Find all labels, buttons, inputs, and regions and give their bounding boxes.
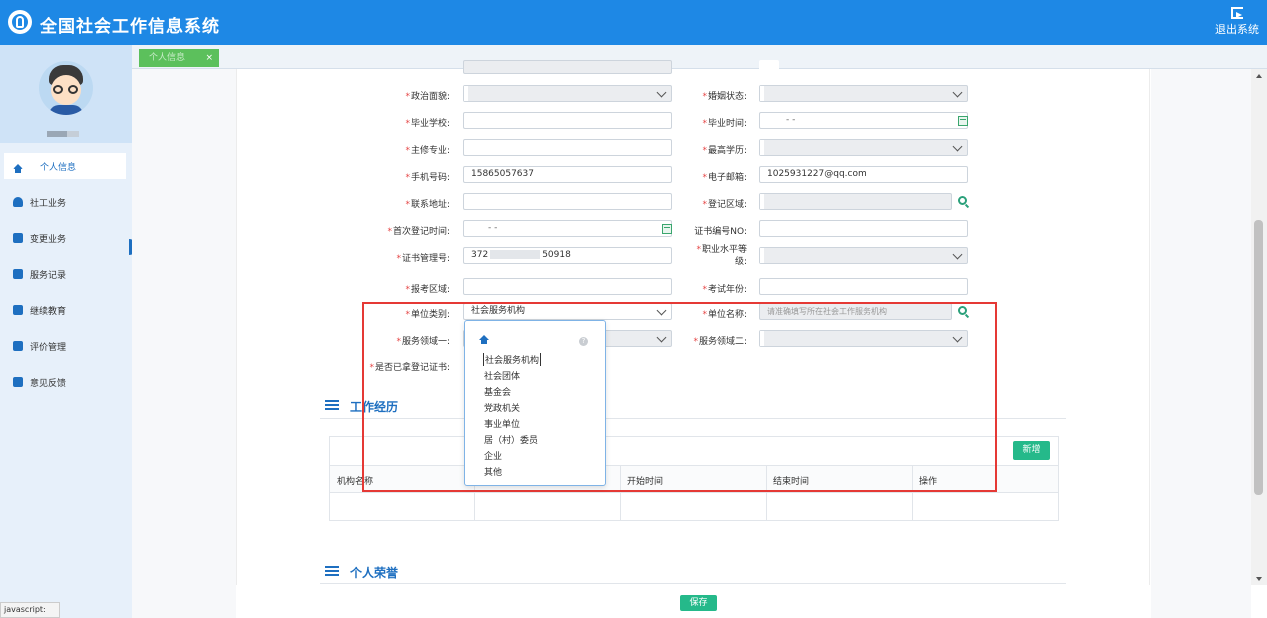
logout-label: 退出系统: [1215, 23, 1259, 36]
logout-icon: [1231, 7, 1243, 19]
section-divider: [320, 583, 1066, 584]
sidebar-item-label: 继续教育: [30, 306, 67, 317]
help-icon[interactable]: ?: [579, 337, 588, 346]
dropdown-option[interactable]: 社会服务机构: [483, 353, 542, 366]
dropdown-option[interactable]: 居（村）委员: [484, 433, 538, 446]
address-label: *联系地址:: [405, 200, 450, 210]
user-icon: [13, 197, 23, 207]
unit-type-dropdown[interactable]: ? 社会服务机构 社会团体 基金会 党政机关 事业单位 居（村）委员 企业 其他: [464, 320, 606, 486]
left-gutter: [132, 69, 236, 618]
search-icon[interactable]: [958, 196, 967, 205]
grad-time-input[interactable]: - -: [759, 112, 968, 129]
avatar[interactable]: [39, 61, 93, 115]
cert-mgmt-label: *证书管理号:: [396, 254, 450, 264]
close-icon[interactable]: ×: [205, 49, 213, 67]
logout-button[interactable]: 退出系统: [1215, 7, 1259, 37]
first-reg-label: *首次登记时间:: [387, 227, 450, 237]
feedback-icon: [13, 377, 23, 387]
email-input[interactable]: 1025931227@qq.com: [759, 166, 968, 183]
logo-icon: [8, 10, 32, 34]
email-label: *电子邮箱:: [702, 173, 747, 183]
top-bar: 全国社会工作信息系统 退出系统: [0, 0, 1267, 45]
sidebar-item-label: 意见反馈: [30, 378, 67, 389]
calendar-icon[interactable]: [662, 224, 672, 234]
scroll-up-icon[interactable]: [1256, 74, 1262, 78]
dropdown-option[interactable]: 党政机关: [484, 401, 520, 414]
political-select[interactable]: [463, 85, 672, 102]
sidebar-item-label: 服务记录: [30, 270, 67, 281]
exam-region-input[interactable]: [463, 278, 672, 295]
record-icon: [13, 269, 23, 279]
sidebar-item-feedback[interactable]: 意见反馈: [0, 364, 132, 400]
username-blurred-2: [67, 131, 79, 137]
sidebar-item-label: 个人信息: [40, 162, 77, 173]
add-work-history-button[interactable]: 新增: [1013, 441, 1050, 460]
app-title: 全国社会工作信息系统: [40, 17, 220, 37]
calendar-icon[interactable]: [958, 116, 968, 126]
sidebar-item-social-work[interactable]: 社工业务: [0, 184, 132, 220]
profile-panel: [0, 45, 132, 143]
highlight-annotation: [362, 302, 997, 492]
cert-no-label: 证书编号NO:: [694, 227, 747, 237]
address-input[interactable]: [463, 193, 672, 210]
scroll-down-icon[interactable]: [1256, 577, 1262, 581]
partial-field-right: [759, 60, 779, 74]
education-select[interactable]: [759, 139, 968, 156]
honors-title: 个人荣誉: [350, 566, 399, 580]
dropdown-option[interactable]: 社会团体: [484, 369, 520, 382]
status-bar: javascript:: [0, 602, 60, 618]
tab-label: 个人信息: [149, 53, 186, 63]
marital-select[interactable]: [759, 85, 968, 102]
sidebar-item-label: 社工业务: [30, 198, 67, 209]
right-gutter: [1151, 69, 1251, 618]
major-label: *主修专业:: [405, 146, 450, 156]
sidebar-nav: 个人信息 社工业务 变更业务 服务记录 继续教育 评价管理 意见反馈: [0, 153, 132, 400]
partial-field-left[interactable]: [463, 60, 672, 74]
exam-year-label: *考试年份:: [702, 285, 747, 295]
list-icon: [325, 400, 339, 411]
school-input[interactable]: [463, 112, 672, 129]
home-icon: [13, 163, 23, 173]
exam-year-input[interactable]: [759, 278, 968, 295]
dropdown-option[interactable]: 其他: [484, 465, 502, 478]
sidebar-item-personal-info[interactable]: 个人信息: [4, 153, 126, 179]
marital-label: *婚姻状态:: [702, 92, 747, 102]
first-reg-input[interactable]: - -: [463, 220, 672, 237]
scrollbar-thumb[interactable]: [1254, 220, 1263, 495]
save-button[interactable]: 保存: [680, 595, 717, 611]
sidebar-item-education[interactable]: 继续教育: [0, 292, 132, 328]
list-icon: [325, 566, 339, 577]
cert-mgmt-input[interactable]: 372 50918: [463, 247, 672, 264]
tab-personal-info[interactable]: 个人信息 ×: [139, 49, 219, 67]
phone-input[interactable]: 15865057637: [463, 166, 672, 183]
dropdown-option[interactable]: 基金会: [484, 385, 511, 398]
grad-time-label: *毕业时间:: [702, 119, 747, 129]
school-label: *毕业学校:: [405, 119, 450, 129]
list-icon: [13, 341, 23, 351]
sidebar-item-service-record[interactable]: 服务记录: [0, 256, 132, 292]
sidebar: 个人信息 社工业务 变更业务 服务记录 继续教育 评价管理 意见反馈: [0, 45, 132, 618]
dropdown-option[interactable]: 企业: [484, 449, 502, 462]
region-input[interactable]: [759, 193, 952, 210]
major-input[interactable]: [463, 139, 672, 156]
education-label: *最高学历:: [702, 146, 747, 156]
building-icon: [13, 233, 23, 243]
cert-no-input[interactable]: [759, 220, 968, 237]
username-blurred: [47, 131, 67, 137]
sidebar-item-change[interactable]: 变更业务: [0, 220, 132, 256]
phone-label: *手机号码:: [405, 173, 450, 183]
exam-region-label: *报考区域:: [405, 285, 450, 295]
home-icon[interactable]: [479, 335, 489, 344]
level-label: *职业水平等 级:: [696, 245, 747, 267]
sidebar-item-label: 变更业务: [30, 234, 67, 245]
sidebar-item-label: 评价管理: [30, 342, 67, 353]
sidebar-item-evaluation[interactable]: 评价管理: [0, 328, 132, 364]
dropdown-option[interactable]: 事业单位: [484, 417, 520, 430]
political-label: *政治面貌:: [405, 92, 450, 102]
blurred-text: [490, 250, 541, 259]
region-label: *登记区域:: [702, 200, 747, 210]
level-select[interactable]: [759, 247, 968, 264]
education-icon: [13, 305, 23, 315]
